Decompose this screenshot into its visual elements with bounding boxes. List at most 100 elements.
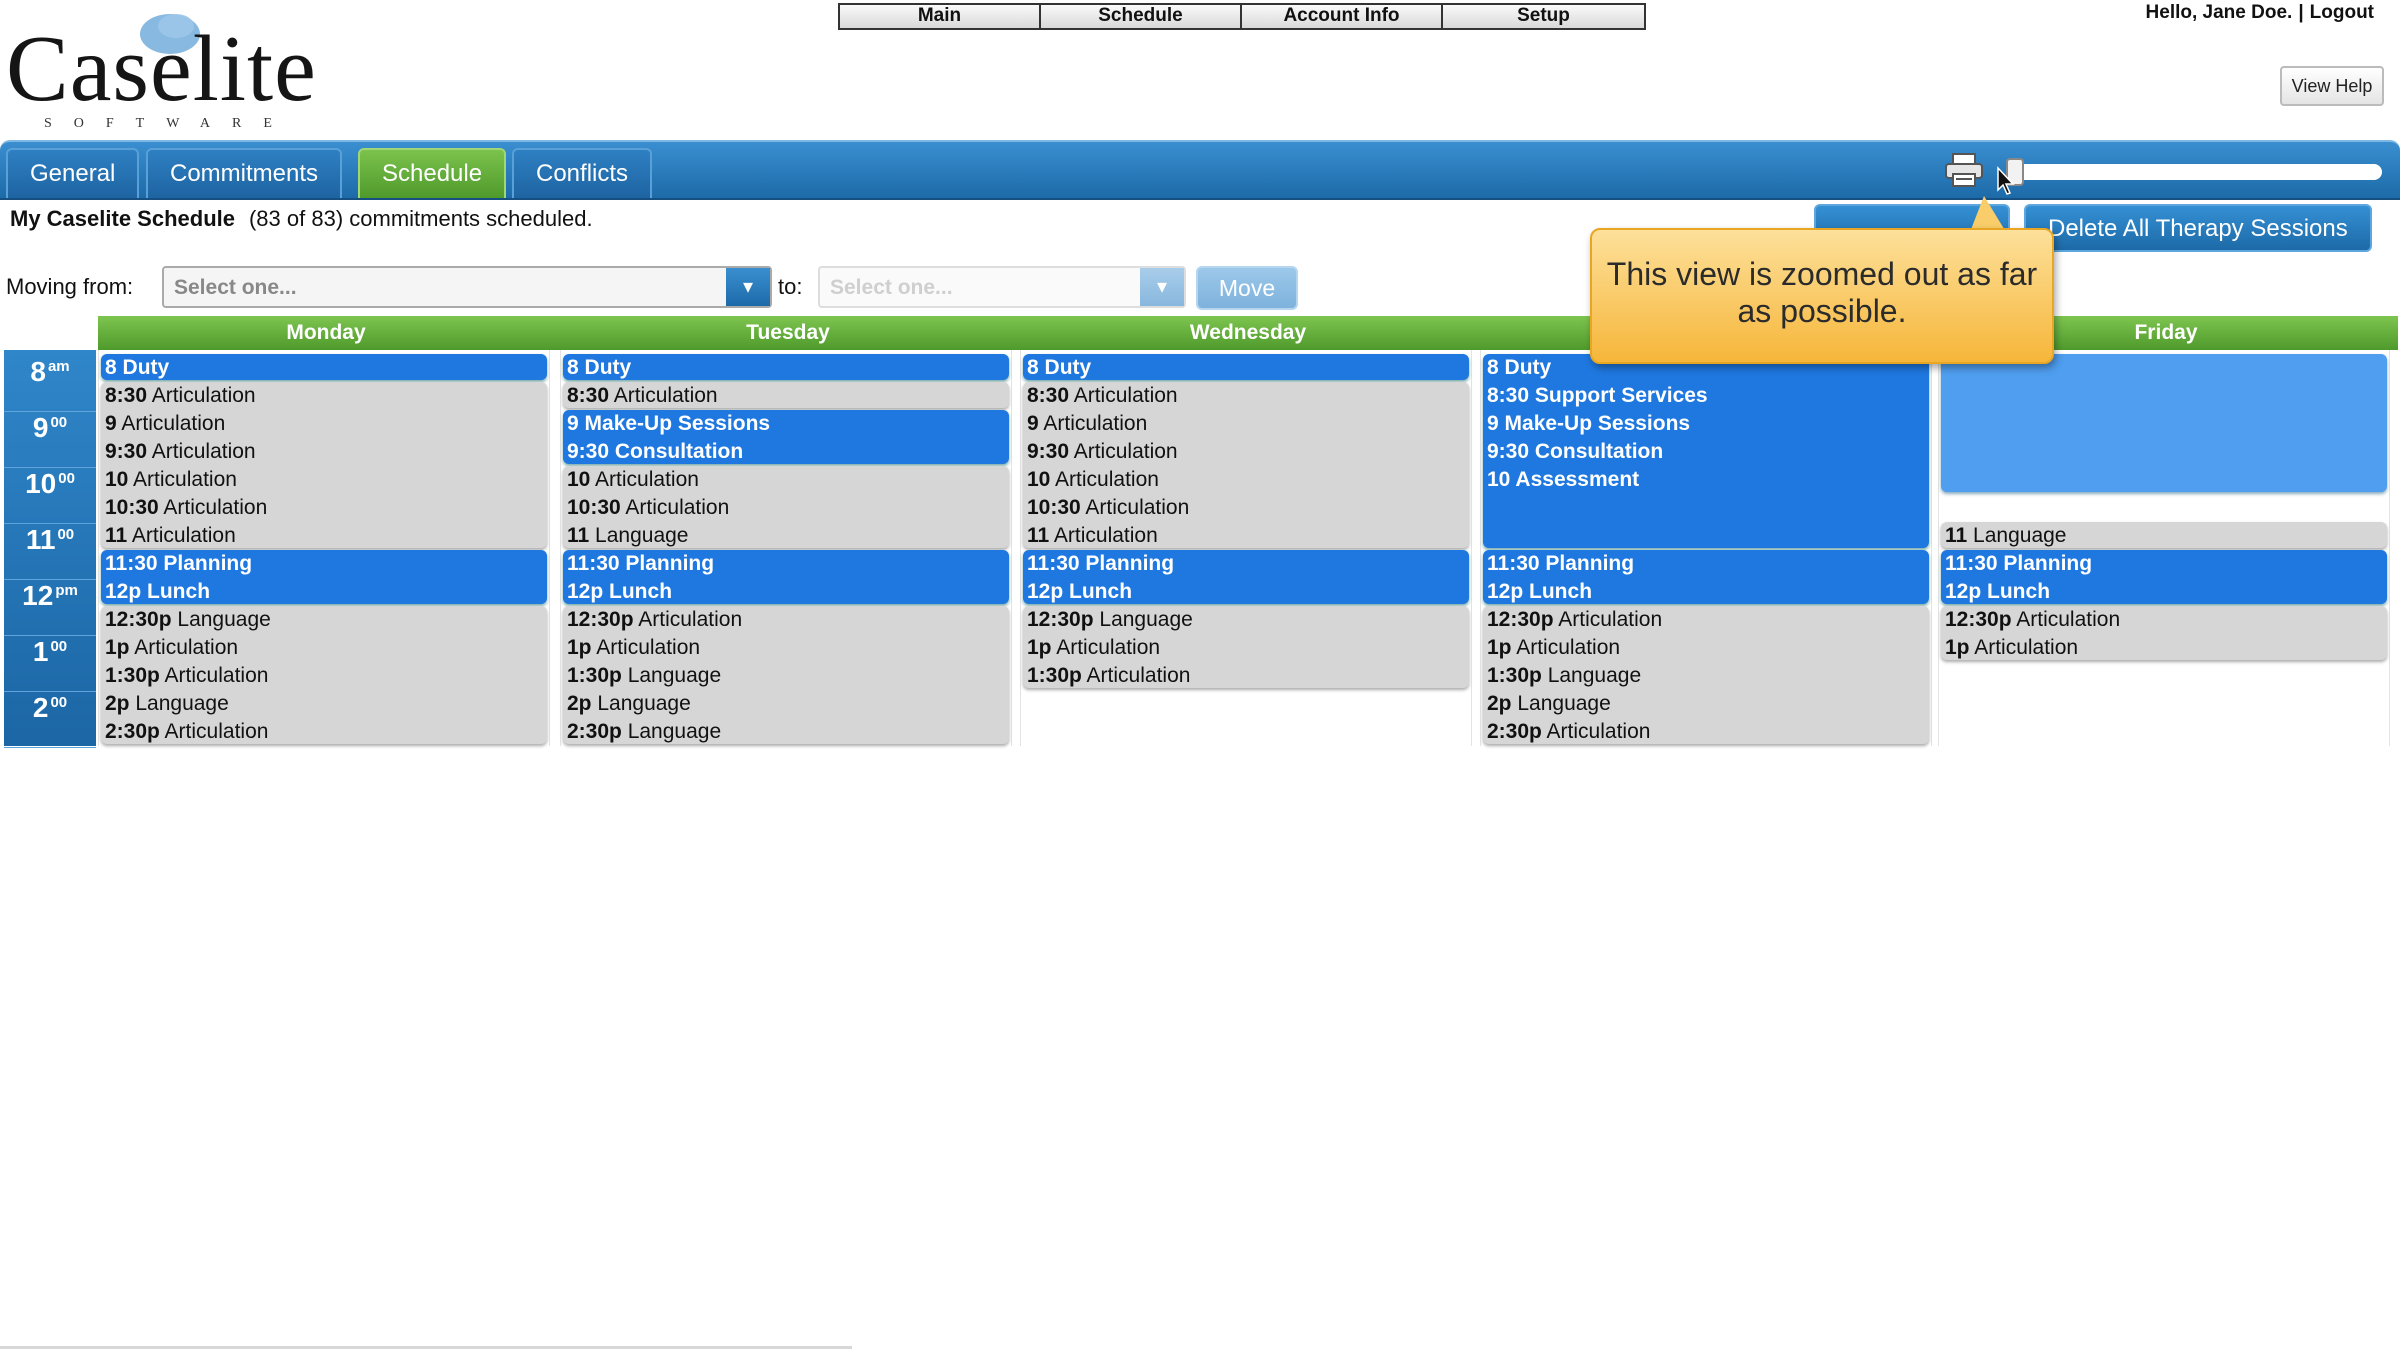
schedule-entry[interactable]: 1:30p Language [1487,662,1927,690]
schedule-entry[interactable]: 2p Language [105,690,545,718]
entry-time: 10 [567,468,591,491]
entry-label: Make-Up Sessions [584,412,771,435]
entry-label: Articulation [1055,468,1159,491]
schedule-entry[interactable]: 1:30p Articulation [1027,662,1467,690]
time-label: 10 00 [4,468,96,524]
schedule-entry[interactable]: 11 Language [1945,522,2385,550]
schedule-entry[interactable]: 11:30 Planning [1945,550,2385,578]
schedule-entry[interactable]: 9:30 Articulation [1027,438,1467,466]
schedule-entry[interactable]: 11 Language [567,522,1007,550]
entry-label: Make-Up Sessions [1504,412,1691,435]
schedule-entry[interactable]: 9:30 Articulation [105,438,545,466]
greeting-separator: | [2298,2,2304,23]
entry-label: Support Services [1534,384,1708,407]
schedule-entry[interactable]: 11 Articulation [1027,522,1467,550]
topnav-account-info[interactable]: Account Info [1242,5,1443,28]
time-label: 9 00 [4,412,96,468]
schedule-entry[interactable]: 9 Make-Up Sessions [1487,410,1927,438]
schedule-entry[interactable]: 8:30 Articulation [105,382,545,410]
time-suffix: 00 [57,526,75,543]
zoom-slider-track[interactable] [2006,164,2382,180]
entry-label: Articulation [1546,720,1651,743]
move-button[interactable]: Move [1196,266,1298,310]
schedule-entry[interactable]: 11:30 Planning [1027,550,1467,578]
schedule-entry[interactable]: 8 Duty [1027,354,1467,382]
schedule-entry[interactable]: 11:30 Planning [105,550,545,578]
tab-schedule[interactable]: Schedule [358,148,507,198]
moving-to-select[interactable]: Select one... ▾ [818,266,1186,308]
schedule-entry[interactable]: 12p Lunch [1487,578,1927,606]
print-icon[interactable] [1944,152,1984,188]
topnav-schedule[interactable]: Schedule [1041,5,1242,28]
day-column-wednesday: 8 Duty 8:30 Articulation 9 Articulation 9:3… [1020,350,1472,746]
schedule-entry[interactable]: 12:30p Language [1027,606,1467,634]
schedule-entry[interactable]: 8 Duty [567,354,1007,382]
entry-time: 1:30p [567,664,622,687]
schedule-entry[interactable]: 8:30 Articulation [567,382,1007,410]
schedule-entry[interactable]: 1p Articulation [1487,634,1927,662]
schedule-entry[interactable]: 9 Make-Up Sessions [567,410,1007,438]
schedule-entry[interactable]: 1:30p Articulation [105,662,545,690]
schedule-entry[interactable]: 2:30p Language [567,718,1007,746]
schedule-entry[interactable]: 10 Assessment [1487,466,1927,494]
entry-time: 9 [567,412,579,435]
schedule-entry[interactable]: 9:30 Consultation [567,438,1007,466]
time-hour: 8 [30,356,46,387]
schedule-entry[interactable]: 12:30p Articulation [1945,606,2385,634]
schedule-entry[interactable]: 1p Articulation [1945,634,2385,662]
chevron-down-icon[interactable]: ▾ [1140,268,1184,306]
schedule-entry[interactable]: 2:30p Articulation [105,718,545,746]
time-hour: 9 [32,412,49,443]
schedule-entry[interactable]: 12p Lunch [1027,578,1467,606]
schedule-entry[interactable]: 10:30 Articulation [1027,494,1467,522]
schedule-entry[interactable]: 11:30 Planning [567,550,1007,578]
schedule-entry[interactable]: 2p Language [567,690,1007,718]
schedule-title: My Caselite Schedule [10,206,235,231]
entry-label: Articulation [121,412,226,435]
chevron-down-icon[interactable]: ▾ [726,268,770,306]
entry-label: Planning [163,552,253,575]
schedule-entry[interactable]: 8:30 Articulation [1027,382,1467,410]
entry-label: Articulation [1086,664,1191,687]
topnav-setup[interactable]: Setup [1443,5,1644,28]
schedule-entry[interactable]: 9 Articulation [1027,410,1467,438]
delete-all-therapy-sessions-button[interactable]: Delete All Therapy Sessions [2024,204,2372,252]
schedule-entry[interactable]: 10:30 Articulation [105,494,545,522]
moving-from-select[interactable]: Select one... ▾ [162,266,772,308]
view-help-button[interactable]: View Help [2280,66,2384,106]
schedule-entry[interactable]: 12p Lunch [1945,578,2385,606]
entry-label: Duty [1504,356,1552,379]
schedule-entry[interactable]: 11 Articulation [105,522,545,550]
schedule-entry[interactable]: 2p Language [1487,690,1927,718]
day-column-thursday: 8 Duty 8:30 Support Services 9 Make-Up Ses… [1480,350,1932,746]
schedule-entry[interactable]: 1p Articulation [567,634,1007,662]
schedule-entry[interactable]: 8 Duty [105,354,545,382]
schedule-entry[interactable]: 10 Articulation [105,466,545,494]
tab-general[interactable]: General [6,148,140,198]
logout-link[interactable]: Logout [2310,2,2374,23]
schedule-entry[interactable]: 2:30p Articulation [1487,718,1927,746]
schedule-entry[interactable]: 12:30p Articulation [1487,606,1927,634]
schedule-block[interactable] [1941,354,2387,492]
schedule-entry[interactable]: 1p Articulation [105,634,545,662]
schedule-entry[interactable]: 8:30 Support Services [1487,382,1927,410]
schedule-entry[interactable]: 11:30 Planning [1487,550,1927,578]
schedule-entry[interactable]: 10:30 Articulation [567,494,1007,522]
entry-time: 10 [1487,468,1511,491]
tab-commitments[interactable]: Commitments [146,148,343,198]
schedule-entry[interactable]: 12:30p Language [105,606,545,634]
schedule-entry[interactable]: 1p Articulation [1027,634,1467,662]
topnav-main[interactable]: Main [840,5,1041,28]
schedule-entry[interactable]: 1:30p Language [567,662,1007,690]
tab-conflicts[interactable]: Conflicts [512,148,653,198]
schedule-entry[interactable]: 9 Articulation [105,410,545,438]
schedule-entry[interactable]: 10 Articulation [1027,466,1467,494]
entry-label: Articulation [1974,636,2079,659]
schedule-entry[interactable]: 12p Lunch [105,578,545,606]
entry-time: 1:30p [1027,664,1082,687]
entry-time: 12p [567,580,604,603]
schedule-entry[interactable]: 9:30 Consultation [1487,438,1927,466]
schedule-entry[interactable]: 12p Lunch [567,578,1007,606]
schedule-entry[interactable]: 10 Articulation [567,466,1007,494]
schedule-entry[interactable]: 12:30p Articulation [567,606,1007,634]
